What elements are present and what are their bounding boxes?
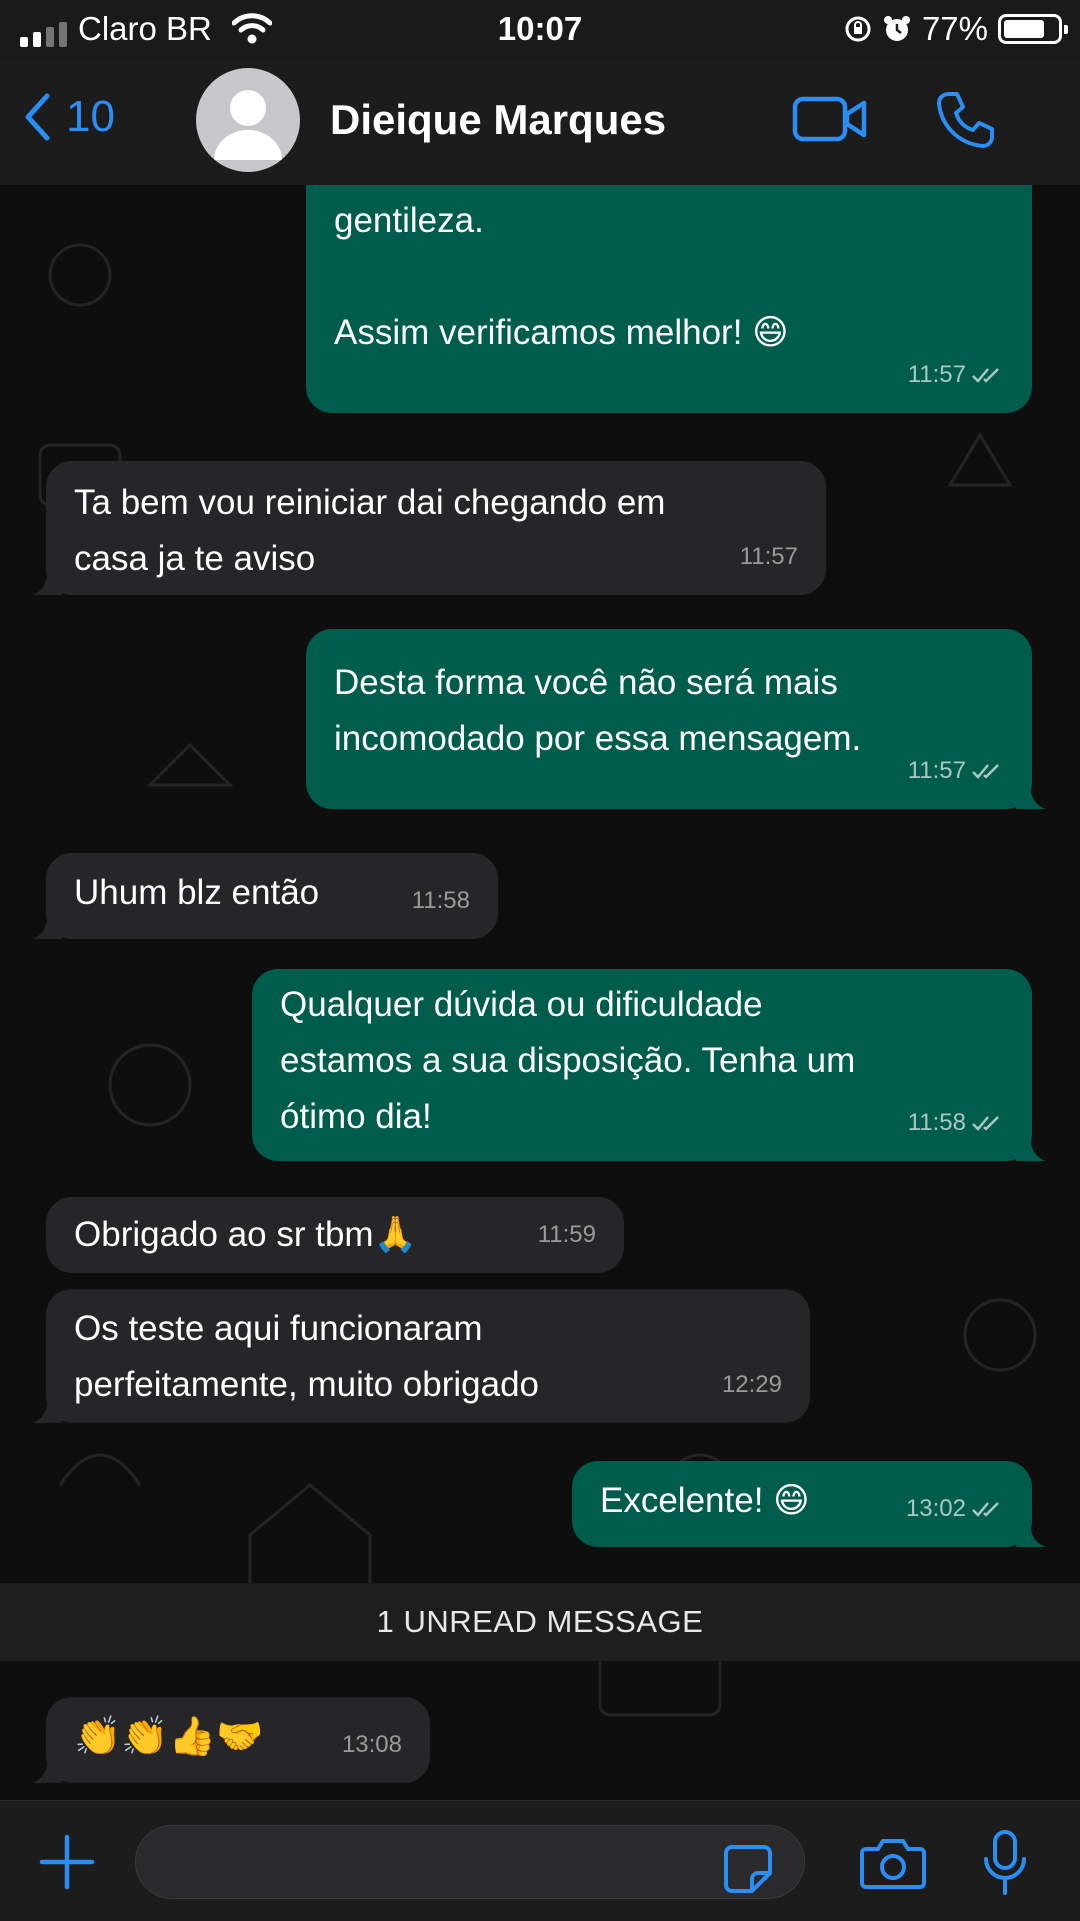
message-outgoing[interactable]: Excelente! 😄 13:02 xyxy=(572,1461,1046,1547)
chevron-left-icon xyxy=(25,93,50,141)
double-check-icon xyxy=(972,1116,999,1131)
battery-icon xyxy=(998,14,1068,44)
double-check-icon xyxy=(972,764,999,779)
message-text: Obrigado ao sr tbm🙏 xyxy=(74,1215,418,1254)
microphone-icon[interactable] xyxy=(982,1829,1028,1897)
message-time: 11:57 xyxy=(739,543,798,570)
message-time: 11:58 xyxy=(907,1109,966,1136)
message-text: Qualquer dúvida ou dificuldade estamos a… xyxy=(280,985,856,1136)
message-time: 13:02 xyxy=(905,1495,966,1522)
message-incoming[interactable]: Uhum blz então 11:58 xyxy=(32,853,498,939)
message-outgoing[interactable]: Qualquer dúvida ou dificuldade estamos a… xyxy=(252,969,1046,1161)
contact-name[interactable]: Dieique Marques xyxy=(330,96,666,144)
message-time: 13:08 xyxy=(341,1731,402,1758)
sticker-icon[interactable] xyxy=(722,1843,774,1895)
double-check-icon xyxy=(972,1502,999,1517)
video-call-icon[interactable] xyxy=(792,94,868,144)
chat-header: 10 Dieique Marques xyxy=(0,60,1080,186)
message-list[interactable]: gentileza. Assim verificamos melhor! 😄 1… xyxy=(0,185,1080,1800)
back-button[interactable]: 10 xyxy=(22,92,115,142)
alarm-icon xyxy=(883,16,910,41)
message-input[interactable] xyxy=(135,1825,805,1899)
status-bar: Claro BR 10:07 77% xyxy=(0,0,1080,60)
camera-icon[interactable] xyxy=(860,1837,926,1889)
message-text: Os teste aqui funcionaram perfeitamente,… xyxy=(74,1309,539,1404)
message-outgoing[interactable]: gentileza. Assim verificamos melhor! 😄 1… xyxy=(306,185,1032,413)
message-time: 11:58 xyxy=(411,887,470,914)
message-time: 11:59 xyxy=(537,1221,596,1248)
double-check-icon xyxy=(972,368,999,383)
message-text: gentileza. Assim verificamos melhor! 😄 xyxy=(334,201,789,352)
message-time: 11:57 xyxy=(907,757,966,784)
message-text: Ta bem vou reiniciar dai chegando em cas… xyxy=(74,483,666,578)
message-text: Desta forma você não será mais incomodad… xyxy=(334,663,862,758)
rotation-lock-icon xyxy=(845,16,871,42)
message-text: Uhum blz então xyxy=(74,873,320,912)
message-time: 12:29 xyxy=(721,1371,782,1398)
message-incoming[interactable]: Obrigado ao sr tbm🙏 11:59 xyxy=(46,1197,624,1273)
message-incoming[interactable]: 👏👏👍🤝 13:08 xyxy=(32,1697,430,1783)
unread-messages-banner: 1 UNREAD MESSAGE xyxy=(0,1583,1080,1661)
message-incoming[interactable]: Ta bem vou reiniciar dai chegando em cas… xyxy=(32,461,826,595)
message-outgoing[interactable]: Desta forma você não será mais incomodad… xyxy=(306,629,1046,809)
unread-chats-count: 10 xyxy=(66,92,115,141)
person-icon xyxy=(214,90,282,160)
avatar[interactable] xyxy=(196,68,300,172)
message-incoming[interactable]: Os teste aqui funcionaram perfeitamente,… xyxy=(32,1289,810,1423)
compose-bar xyxy=(0,1800,1080,1921)
phone-call-icon[interactable] xyxy=(935,90,995,150)
battery-percent: 77% xyxy=(921,10,988,47)
plus-icon[interactable] xyxy=(38,1833,96,1891)
message-time: 11:57 xyxy=(907,361,966,388)
